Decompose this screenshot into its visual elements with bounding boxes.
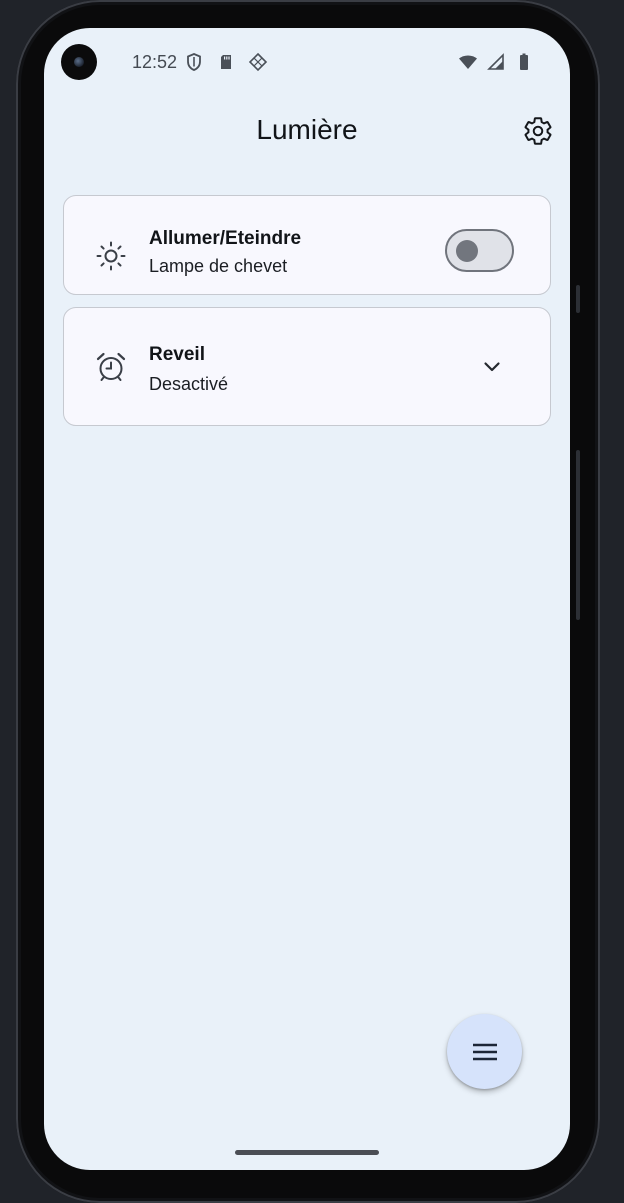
menu-fab-button[interactable] bbox=[447, 1014, 522, 1089]
settings-gear-icon[interactable] bbox=[522, 115, 554, 147]
side-button-small bbox=[576, 285, 580, 313]
card-subtitle: Desactivé bbox=[149, 374, 229, 394]
side-button-volume bbox=[576, 450, 580, 620]
brightness-icon bbox=[96, 241, 126, 271]
wifi-icon bbox=[459, 55, 477, 69]
front-camera bbox=[61, 44, 97, 80]
shield-icon bbox=[187, 53, 201, 71]
status-icons-left bbox=[184, 52, 268, 72]
sd-card-icon bbox=[221, 55, 231, 69]
card-title: Allumer/Eteindre bbox=[149, 228, 302, 249]
card-title: Reveil bbox=[149, 344, 205, 365]
card-subtitle: Lampe de chevet bbox=[149, 256, 288, 276]
chevron-down-icon[interactable] bbox=[480, 355, 504, 379]
battery-icon bbox=[520, 53, 528, 70]
diamond-grid-icon bbox=[248, 52, 268, 72]
menu-icon bbox=[473, 1043, 497, 1061]
power-switch[interactable] bbox=[445, 229, 514, 272]
alarm-clock-icon bbox=[96, 352, 126, 381]
cell-signal-icon bbox=[487, 53, 504, 70]
status-icons-right bbox=[458, 52, 534, 72]
switch-thumb bbox=[456, 240, 478, 262]
card-power[interactable]: Allumer/Eteindre Lampe de chevet bbox=[63, 195, 551, 295]
card-alarm[interactable]: Reveil Desactivé bbox=[63, 307, 551, 426]
app-title: Lumière bbox=[256, 114, 358, 145]
app-screen: 12:52 Lumière Allumer/Eteindre Lampe de … bbox=[44, 28, 570, 1170]
status-time: 12:52 bbox=[132, 52, 178, 72]
home-indicator[interactable] bbox=[235, 1150, 379, 1155]
